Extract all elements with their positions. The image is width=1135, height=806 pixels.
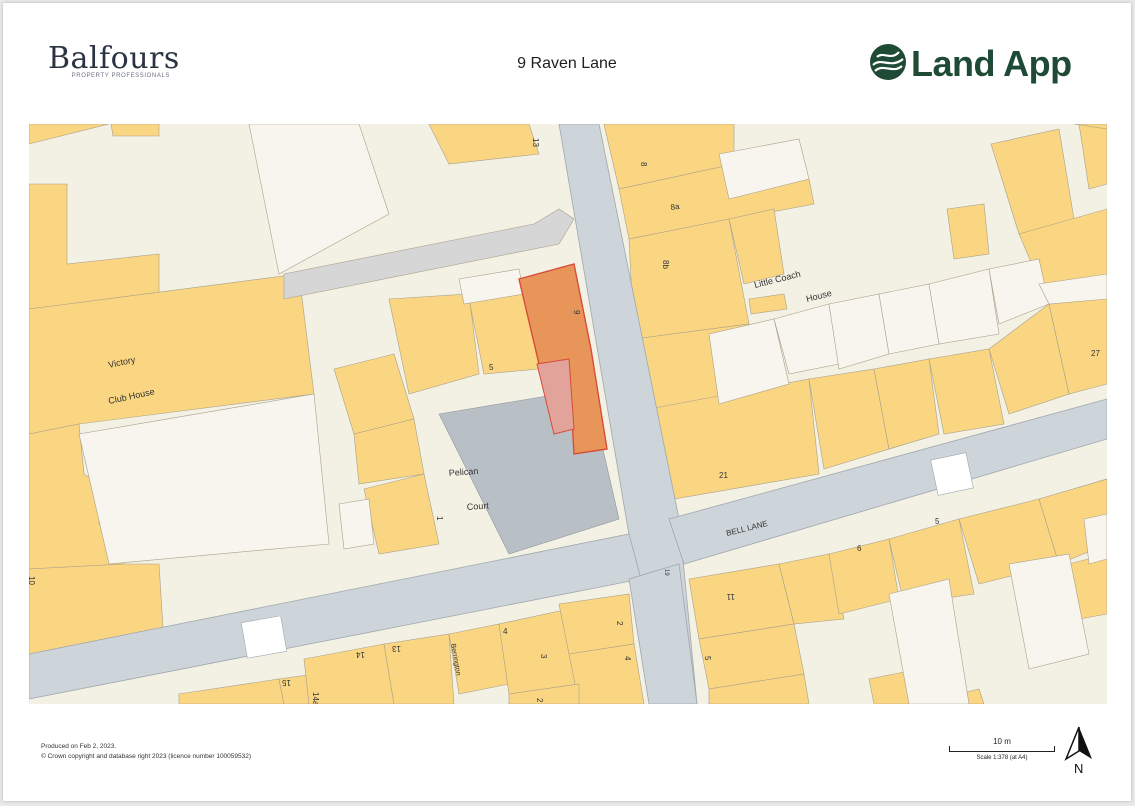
num-5: 5 bbox=[489, 363, 494, 372]
num-15: 15 bbox=[282, 678, 291, 687]
num-5b: 5 bbox=[703, 656, 712, 661]
scale-ratio: Scale 1:378 (at A4) bbox=[976, 755, 1028, 761]
car-park-east bbox=[930, 452, 974, 496]
num-8: 8 bbox=[639, 162, 648, 167]
num-3: 3 bbox=[539, 654, 548, 659]
scale-bar: 10 m Scale 1:378 (at A4) bbox=[949, 737, 1055, 761]
map-sheet: Balfours PROPERTY PROFESSIONALS 9 Raven … bbox=[3, 3, 1131, 801]
num-14a: 14a bbox=[311, 692, 320, 704]
map-svg[interactable]: Victory Club House Pelican Court Little … bbox=[29, 124, 1107, 704]
num-21: 21 bbox=[719, 471, 728, 480]
num-2: 2 bbox=[615, 621, 624, 626]
num-11: 11 bbox=[726, 592, 735, 601]
copyright-text: © Crown copyright and database right 202… bbox=[41, 753, 252, 760]
num-13: 13 bbox=[392, 644, 401, 653]
num-8a: 8a bbox=[670, 202, 681, 212]
num-13-top: 13 bbox=[531, 138, 540, 147]
num-6: 6 bbox=[857, 544, 862, 553]
footer-note: Produced on Feb 2, 2023. © Crown copyrig… bbox=[41, 742, 251, 762]
label-court: Court bbox=[466, 500, 489, 512]
num-8b: 8b bbox=[661, 260, 670, 269]
num-27: 27 bbox=[1091, 349, 1100, 358]
north-label: N bbox=[1074, 761, 1084, 776]
scale-line bbox=[949, 746, 1055, 752]
land-app-leaf-icon bbox=[870, 44, 906, 80]
north-arrow: N bbox=[1063, 725, 1095, 776]
num-9: 9 bbox=[572, 310, 581, 315]
num-4: 4 bbox=[503, 627, 508, 636]
car-park-west bbox=[240, 615, 288, 659]
map-canvas[interactable]: Victory Club House Pelican Court Little … bbox=[29, 124, 1107, 704]
land-app-name: Land App bbox=[911, 43, 1072, 84]
num-14: 14 bbox=[356, 650, 365, 659]
num-10: 10 bbox=[29, 576, 36, 585]
num-5-bell: 5 bbox=[935, 517, 940, 526]
produced-date: Produced on Feb 2, 2023. bbox=[41, 743, 117, 750]
num-19: 19 bbox=[663, 569, 669, 576]
north-arrow-icon bbox=[1064, 726, 1092, 761]
num-2b: 2 bbox=[535, 698, 544, 703]
num-4b: 4 bbox=[623, 656, 632, 661]
scale-length: 10 m bbox=[993, 737, 1011, 746]
label-pelican: Pelican bbox=[448, 466, 478, 478]
num-1: 1 bbox=[435, 516, 444, 521]
